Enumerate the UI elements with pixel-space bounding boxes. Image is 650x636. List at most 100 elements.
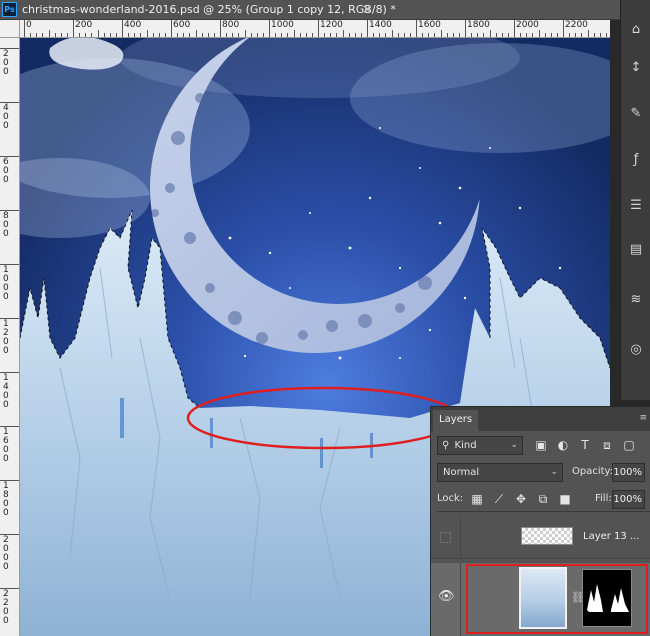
image-filter-icon[interactable]: ▣ (533, 437, 549, 453)
lock-all-icon[interactable]: ■ (557, 491, 573, 507)
ruler-label: 1400 (3, 373, 9, 410)
layer-thumbnail (521, 527, 573, 545)
sliders-icon[interactable]: ☰ (626, 196, 646, 216)
chevron-down-icon: ⌄ (550, 467, 558, 477)
fill-label: Fill: (595, 493, 612, 504)
ruler-tick (171, 20, 172, 37)
ruler-label: 1600 (3, 427, 9, 464)
ruler-label: 1400 (369, 20, 392, 30)
filter-row: ⚲ Kind ⌄ ▣ ◐ T ⧈ ▢ (437, 436, 650, 458)
visibility-off-box[interactable] (440, 532, 451, 543)
stack-icon[interactable]: ▤ (626, 240, 646, 260)
ruler-label: 1800 (467, 20, 490, 30)
ruler-origin[interactable] (0, 20, 20, 38)
ruler-tick (465, 20, 466, 37)
blend-row: Normal ⌄ Opacity: 100% (437, 463, 650, 485)
ruler-subtick (195, 30, 197, 37)
ruler-subtick (489, 30, 491, 37)
ruler-label: 2000 (516, 20, 539, 30)
visibility-cell[interactable] (431, 517, 461, 558)
pen-icon[interactable]: ✎ (626, 104, 646, 124)
shape-filter-icon[interactable]: ⧈ (599, 437, 615, 453)
home-icon[interactable]: ⌂ (626, 20, 646, 40)
document-tab[interactable]: Ps christmas-wonderland-2016.psd @ 25% (… (0, 0, 630, 20)
photoshop-logo-icon: Ps (2, 2, 17, 17)
opacity-label: Opacity: (572, 466, 614, 477)
ruler-subtick (391, 30, 393, 37)
fill-field[interactable]: 100% (612, 490, 645, 509)
ruler-label: 600 (3, 157, 9, 185)
visibility-cell[interactable]: 👁 (431, 563, 461, 636)
ruler-label: 800 (3, 211, 9, 239)
ruler-tick (269, 20, 270, 37)
ruler-tick (318, 20, 319, 37)
document-title: christmas-wonderland-2016.psd @ 25% (Gro… (22, 3, 396, 16)
horizontal-ruler[interactable]: 0 200 400 600 800 1000 1200 1400 1600 1800 2000 220… (20, 20, 610, 38)
ruler-subtick (538, 30, 540, 37)
ruler-tick (122, 20, 123, 37)
ruler-tick (416, 20, 417, 37)
ruler-subtick (293, 30, 295, 37)
smart-object-filter-icon[interactable]: ▢ (621, 437, 637, 453)
ruler-subtick (97, 30, 99, 37)
panel-menu-icon[interactable]: ≡ (639, 413, 647, 423)
ruler-label: 1200 (320, 20, 343, 30)
shield-icon[interactable]: ◎ (626, 340, 646, 360)
ruler-label: 400 (3, 103, 9, 131)
opacity-field[interactable]: 100% (612, 463, 645, 482)
chevron-down-icon: ⌄ (510, 440, 518, 450)
ruler-subtick (244, 30, 246, 37)
adjustment-filter-icon[interactable]: ◐ (555, 437, 571, 453)
ruler-subtick (440, 30, 442, 37)
close-tab-icon[interactable]: × (362, 2, 372, 16)
layer-row[interactable]: Layer 13 ... (431, 517, 650, 559)
ruler-label: 200 (75, 20, 93, 30)
ruler-label: 600 (173, 20, 191, 30)
lock-row: Lock: ▦ ⟋ ✥ ⧉ ■ Fill: 100% (437, 490, 650, 512)
tab-layers[interactable]: Layers (433, 410, 479, 431)
text-vertical-icon[interactable]: ↕ (626, 58, 646, 78)
ruler-label: 1000 (271, 20, 294, 30)
ruler-label: 2200 (3, 589, 9, 626)
vertical-ruler[interactable]: 200 400 600 800 1000 1200 1400 1600 1800 2000 2200 (0, 38, 20, 636)
annotation-rectangle (466, 564, 648, 634)
ruler-tick (24, 20, 25, 37)
right-tool-strip: ⌂ ↕ ✎ ƒ ☰ ▤ ≋ ◎ (620, 0, 650, 400)
layers-tab-bar: Layers ≡ (431, 407, 650, 431)
kind-label: Kind (454, 440, 477, 451)
ruler-label: 1200 (3, 319, 9, 356)
ruler-subtick (342, 30, 344, 37)
ruler-label: 400 (124, 20, 142, 30)
photoshop-window: Ps christmas-wonderland-2016.psd @ 25% (… (0, 0, 650, 636)
ruler-label: 200 (3, 49, 9, 77)
layer-name[interactable]: Layer 13 ... (583, 531, 640, 542)
ruler-tick (514, 20, 515, 37)
ruler-label: 1600 (418, 20, 441, 30)
eye-icon[interactable]: 👁 (438, 589, 455, 604)
ruler-label: 2000 (3, 535, 9, 572)
italic-f-icon[interactable]: ƒ (626, 150, 646, 170)
lock-label: Lock: (437, 493, 464, 504)
blend-mode-label: Normal (443, 467, 480, 478)
lock-move-icon[interactable]: ✥ (513, 491, 529, 507)
ruler-tick (563, 20, 564, 37)
ruler-tick (73, 20, 74, 37)
kind-filter-select[interactable]: ⚲ Kind ⌄ (437, 436, 523, 455)
ruler-subtick (587, 30, 589, 37)
ruler-label: 800 (222, 20, 240, 30)
type-filter-icon[interactable]: T (577, 437, 593, 453)
ruler-label: 0 (26, 20, 32, 30)
lock-transparent-icon[interactable]: ▦ (469, 491, 485, 507)
blend-mode-select[interactable]: Normal ⌄ (437, 463, 563, 482)
ruler-subtick (48, 30, 50, 37)
wave-icon[interactable]: ≋ (626, 290, 646, 310)
lock-paint-icon[interactable]: ⟋ (491, 491, 507, 507)
lock-artboard-icon[interactable]: ⧉ (535, 491, 551, 507)
ruler-label: 2200 (565, 20, 588, 30)
search-icon: ⚲ (442, 440, 450, 451)
ruler-tick (367, 20, 368, 37)
ruler-tick (220, 20, 221, 37)
panel-gutter (610, 20, 620, 400)
ruler-label: 1000 (3, 265, 9, 302)
ruler-subtick (146, 30, 148, 37)
